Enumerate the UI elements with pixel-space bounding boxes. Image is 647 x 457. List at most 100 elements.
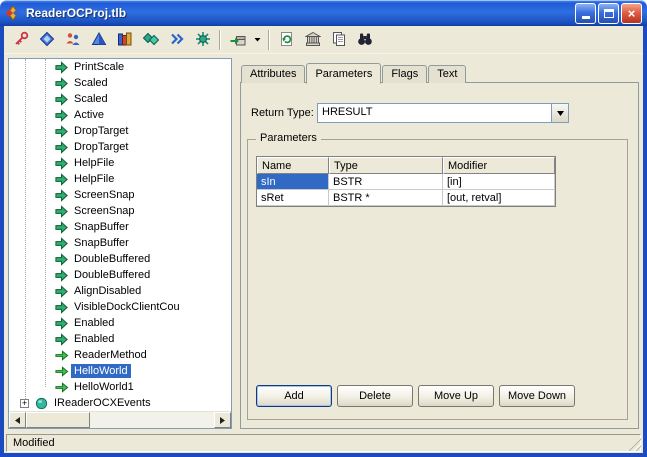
tab-text[interactable]: Text xyxy=(428,65,467,83)
app-window: ReaderOCProj.tlb × PrintScale Scaled Scale… xyxy=(0,0,647,457)
tree-item[interactable]: DoubleBuffered xyxy=(9,267,231,283)
toolbar-button-books[interactable] xyxy=(112,28,137,52)
tree-item[interactable]: + IReaderOCXEvents xyxy=(9,395,231,411)
tree-item[interactable]: Enabled xyxy=(9,331,231,347)
scroll-right-button[interactable] xyxy=(214,412,231,428)
toolbar-button-diamonds[interactable] xyxy=(138,28,163,52)
tree-item-label: HelpFile xyxy=(74,173,115,185)
tree-item[interactable]: Scaled xyxy=(9,91,231,107)
property-icon xyxy=(53,219,69,235)
maximize-button[interactable] xyxy=(598,2,619,24)
close-button[interactable]: × xyxy=(621,2,642,24)
grid-cell[interactable]: sRet xyxy=(257,190,329,206)
tab-flags[interactable]: Flags xyxy=(382,65,428,83)
tree-item-label: ScreenSnap xyxy=(74,189,135,201)
tree-item[interactable]: HelloWorld xyxy=(9,363,231,379)
move-down-button[interactable]: Move Down xyxy=(499,385,575,407)
tree-item[interactable]: DropTarget xyxy=(9,139,231,155)
tab-attributes[interactable]: Attributes xyxy=(241,65,306,83)
toolbar-button-pyramid[interactable] xyxy=(86,28,111,52)
books-icon xyxy=(117,31,133,50)
toolbar-button-people[interactable] xyxy=(60,28,85,52)
return-type-row: Return Type: HRESULT xyxy=(251,103,569,123)
minimize-icon xyxy=(581,16,590,19)
property-icon xyxy=(53,283,69,299)
client-area: PrintScale Scaled Scaled Active DropTarget Dr… xyxy=(4,26,643,453)
tree-item[interactable]: ScreenSnap xyxy=(9,187,231,203)
tree-item[interactable]: HelpFile xyxy=(9,171,231,187)
method-icon xyxy=(53,379,69,395)
tree-item[interactable]: VisibleDockClientCou xyxy=(9,299,231,315)
toolbar-button-interface-diamond[interactable] xyxy=(34,28,59,52)
minimize-button[interactable] xyxy=(575,2,596,24)
tree-item-label: PrintScale xyxy=(74,61,125,73)
tree-item-label: Enabled xyxy=(74,333,115,345)
combo-dropdown-button[interactable] xyxy=(551,104,568,122)
grid-cell[interactable]: BSTR xyxy=(329,174,443,190)
property-icon xyxy=(53,267,69,283)
tab-parameters[interactable]: Parameters xyxy=(306,63,382,84)
tree-item[interactable]: PrintScale xyxy=(9,59,231,75)
grid-header-row: Name Type Modifier xyxy=(257,157,555,174)
expand-plus-icon[interactable]: + xyxy=(20,398,29,408)
scrollbar-track[interactable] xyxy=(90,412,214,428)
grid-header-cell[interactable]: Type xyxy=(329,157,443,174)
tree-item[interactable]: SnapBuffer xyxy=(9,235,231,251)
status-text: Modified xyxy=(6,434,641,452)
toolbar-button-building[interactable] xyxy=(300,28,325,52)
toolbar-dropdown-button[interactable] xyxy=(251,28,264,52)
window-frame: PrintScale Scaled Scaled Active DropTarget Dr… xyxy=(0,26,647,457)
grid-cell[interactable]: sIn xyxy=(257,174,329,190)
grid-header-cell[interactable]: Name xyxy=(257,157,329,174)
return-type-value: HRESULT xyxy=(322,106,373,118)
refresh-icon xyxy=(279,31,295,50)
grid-body: sIn BSTR [in] sRet BSTR * [out, retval] xyxy=(257,174,555,206)
return-type-label: Return Type: xyxy=(251,107,314,119)
add-button[interactable]: Add xyxy=(256,385,332,407)
tree-item[interactable]: AlignDisabled xyxy=(9,283,231,299)
grid-header-cell[interactable]: Modifier xyxy=(443,157,555,174)
move-up-button[interactable]: Move Up xyxy=(418,385,494,407)
tree-item[interactable]: HelloWorld1 xyxy=(9,379,231,395)
maximize-icon xyxy=(603,8,614,18)
grid-row[interactable]: sRet BSTR * [out, retval] xyxy=(257,190,555,206)
property-icon xyxy=(53,155,69,171)
tree-item[interactable]: DoubleBuffered xyxy=(9,251,231,267)
delete-button[interactable]: Delete xyxy=(337,385,413,407)
tree-item[interactable]: ReaderMethod xyxy=(9,347,231,363)
toolbar-button-refresh[interactable] xyxy=(274,28,299,52)
export-box-icon xyxy=(230,31,246,50)
tree-item[interactable]: SnapBuffer xyxy=(9,219,231,235)
toolbar-button-export-box[interactable] xyxy=(225,28,250,52)
grid-cell[interactable]: BSTR * xyxy=(329,190,443,206)
tree-item[interactable]: ScreenSnap xyxy=(9,203,231,219)
toolbar-button-key[interactable] xyxy=(8,28,33,52)
tree-item-label: DropTarget xyxy=(74,125,129,137)
return-type-combobox[interactable]: HRESULT xyxy=(317,103,569,123)
parameters-group-title: Parameters xyxy=(256,132,321,144)
grid-row[interactable]: sIn BSTR [in] xyxy=(257,174,555,190)
scroll-left-button[interactable] xyxy=(9,412,26,428)
property-icon xyxy=(53,251,69,267)
param-buttons: Add Delete Move Up Move Down xyxy=(256,385,575,407)
tree-item-label: Active xyxy=(74,109,104,121)
grid-cell[interactable]: [in] xyxy=(443,174,555,190)
grid-cell[interactable]: [out, retval] xyxy=(443,190,555,206)
tree-item[interactable]: Scaled xyxy=(9,75,231,91)
scrollbar-thumb[interactable] xyxy=(26,412,90,428)
toolbar-button-binoculars[interactable] xyxy=(352,28,377,52)
tree-item[interactable]: Enabled xyxy=(9,315,231,331)
key-icon xyxy=(13,31,29,50)
property-icon xyxy=(53,107,69,123)
tree-item[interactable]: Active xyxy=(9,107,231,123)
toolbar-button-chevrons[interactable] xyxy=(164,28,189,52)
tree-horizontal-scrollbar[interactable] xyxy=(9,411,231,428)
close-icon: × xyxy=(627,5,636,21)
tree-item[interactable]: HelpFile xyxy=(9,155,231,171)
title-bar[interactable]: ReaderOCProj.tlb × xyxy=(0,0,647,26)
property-icon xyxy=(53,235,69,251)
chevrons-icon xyxy=(169,31,185,50)
tree-item[interactable]: DropTarget xyxy=(9,123,231,139)
toolbar-button-gear[interactable] xyxy=(190,28,215,52)
toolbar-button-copy-pages[interactable] xyxy=(326,28,351,52)
